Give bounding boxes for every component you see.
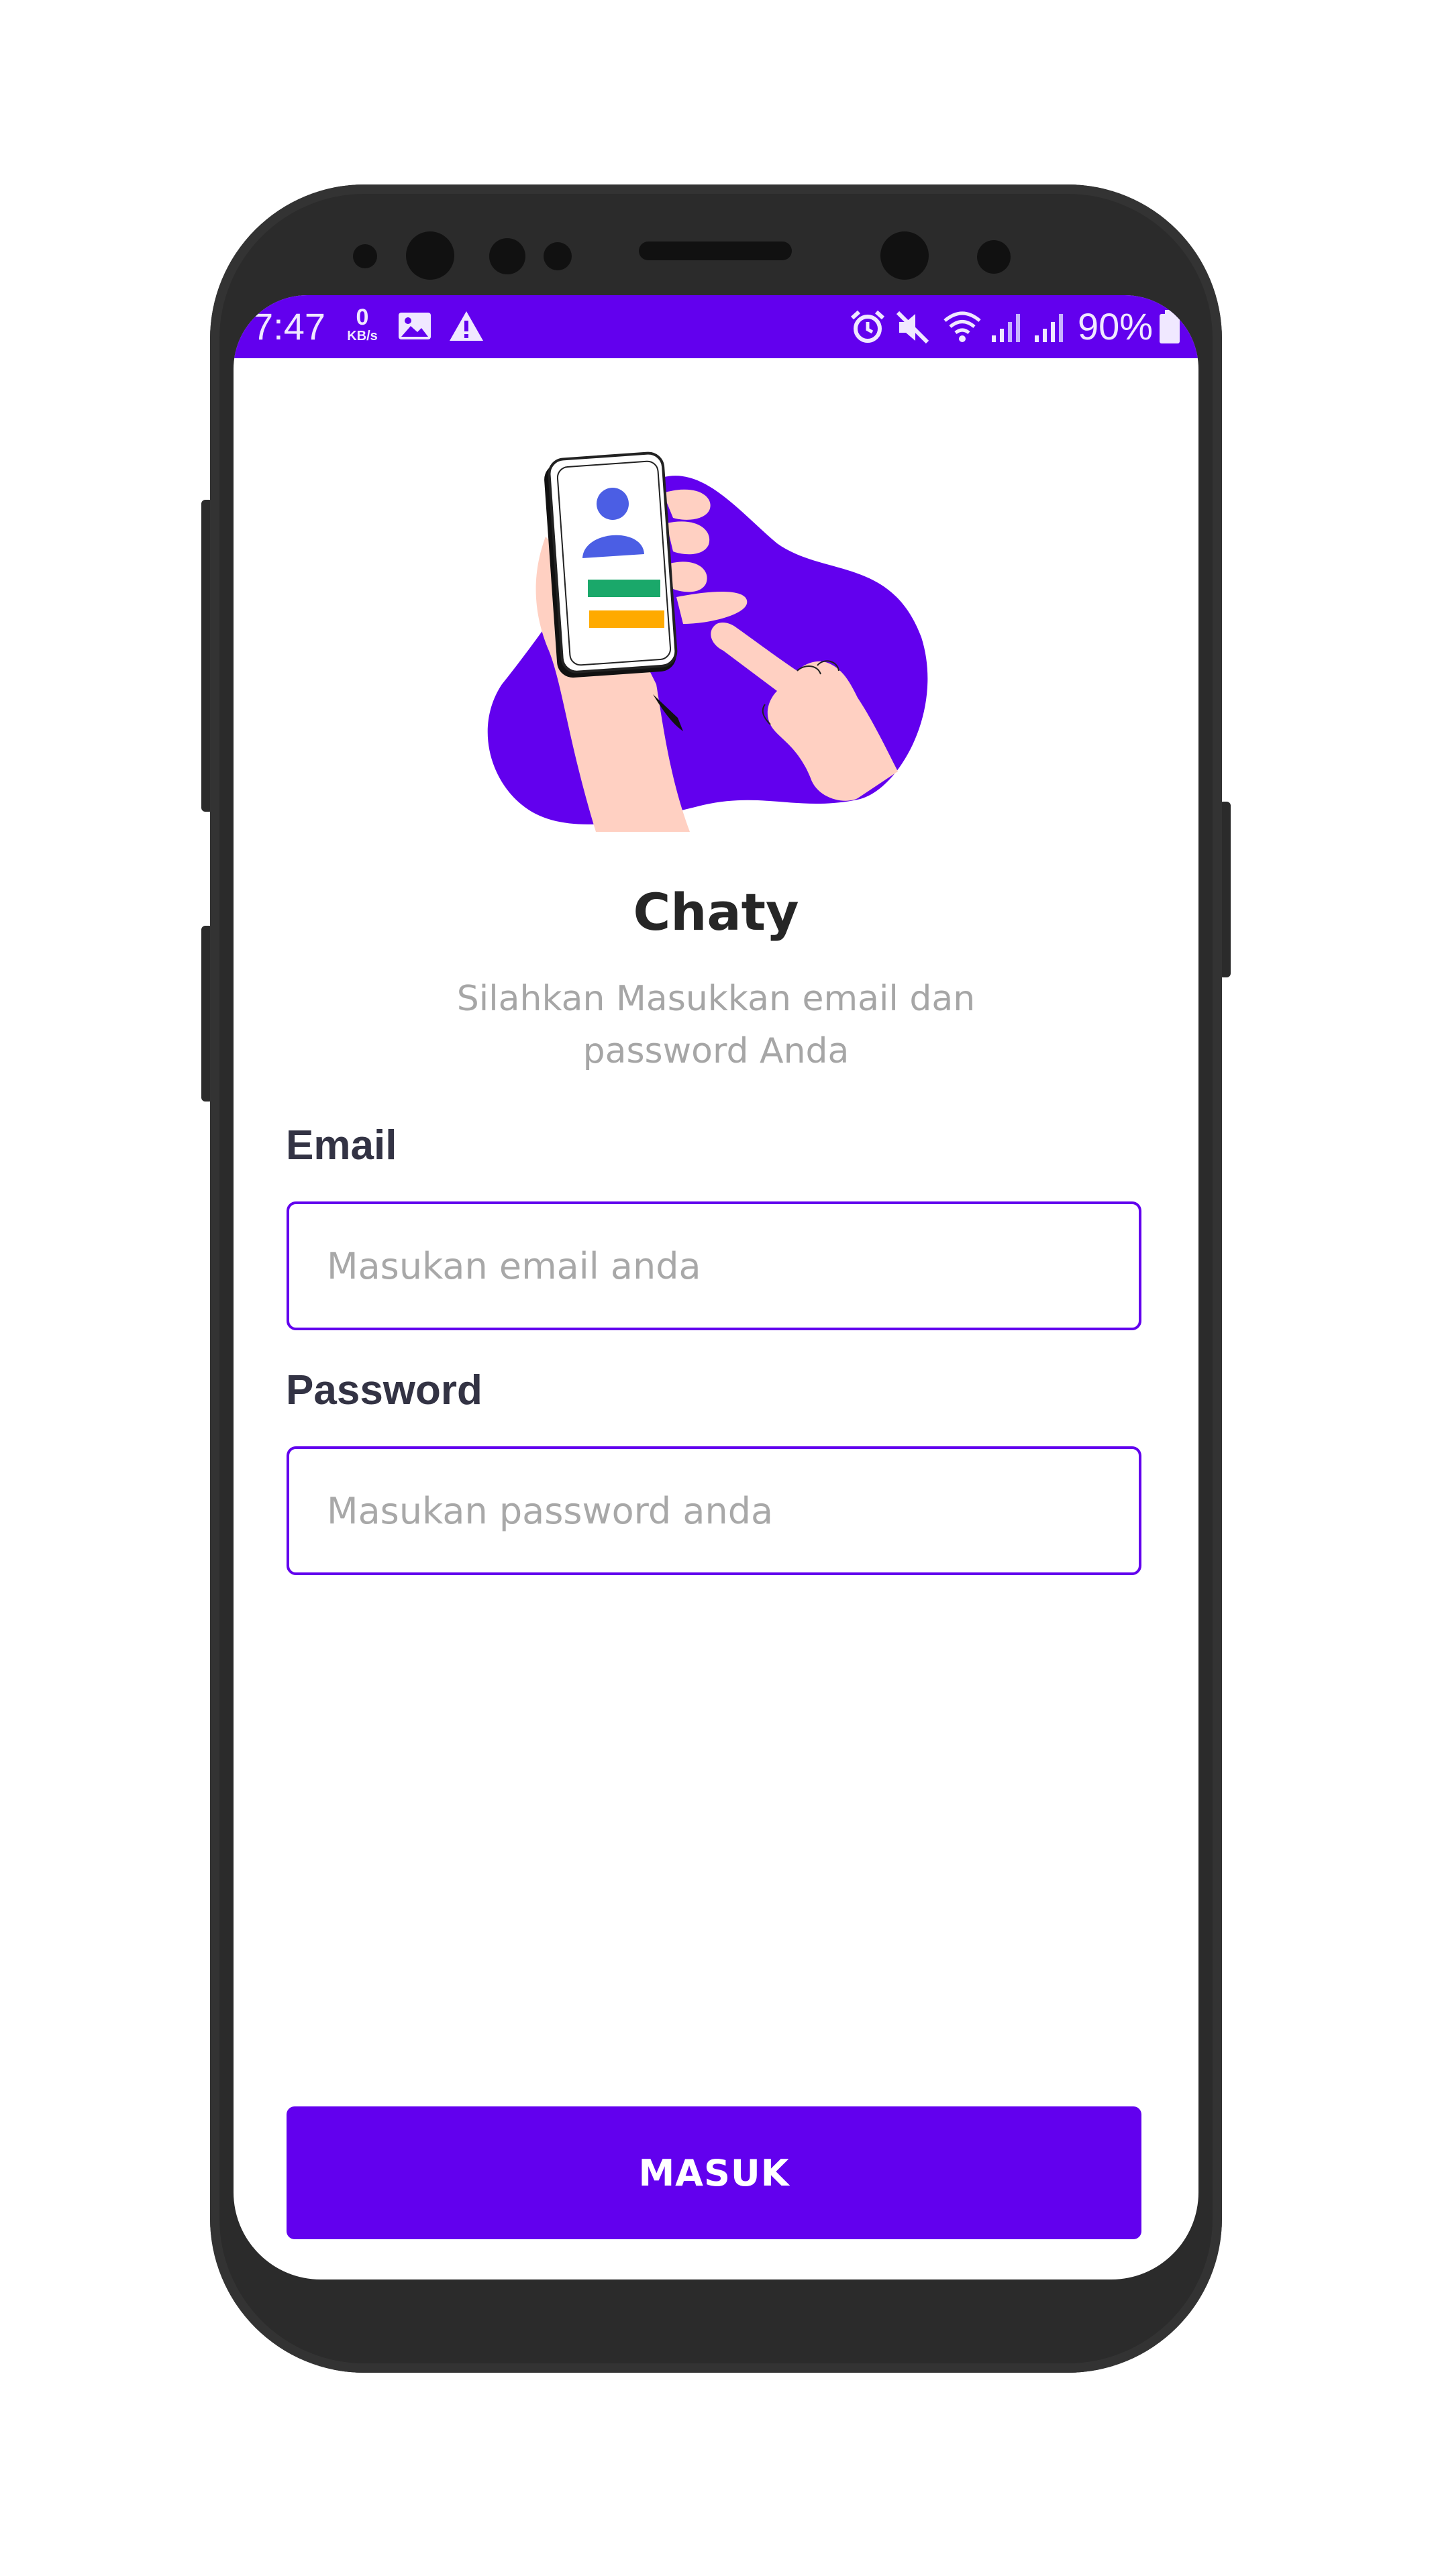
sensor-dot bbox=[977, 240, 1011, 274]
screen: 7:47 0 KB/s 90% Chaty Silahkan Masukkan … bbox=[234, 295, 1198, 2279]
orange-bar bbox=[589, 610, 664, 628]
device-mockup: 7:47 0 KB/s 90% Chaty Silahkan Masukkan … bbox=[0, 0, 1432, 2576]
email-input[interactable] bbox=[327, 1204, 1098, 1328]
battery-icon bbox=[1160, 310, 1180, 343]
wifi-icon bbox=[943, 311, 981, 342]
front-camera bbox=[406, 231, 454, 280]
status-time: 7:47 bbox=[252, 305, 325, 347]
password-field[interactable] bbox=[287, 1446, 1141, 1575]
email-field[interactable] bbox=[287, 1201, 1141, 1330]
signal-icon bbox=[1035, 314, 1063, 342]
alarm-icon bbox=[850, 310, 885, 343]
data-speed: 0 KB/s bbox=[342, 306, 382, 343]
sensor-dot bbox=[544, 242, 572, 270]
mute-icon bbox=[896, 311, 929, 344]
data-speed-value: 0 bbox=[356, 305, 369, 330]
login-button[interactable]: MASUK bbox=[287, 2106, 1141, 2239]
sensor-dot bbox=[353, 244, 377, 268]
iris-camera bbox=[880, 231, 929, 280]
avatar-head bbox=[597, 488, 629, 520]
image-icon bbox=[399, 313, 431, 339]
sensor-dot bbox=[489, 238, 525, 274]
signal-icon bbox=[992, 314, 1020, 342]
data-speed-unit: KB/s bbox=[347, 329, 378, 343]
battery-percent: 90% bbox=[1078, 305, 1154, 347]
password-label: Password bbox=[286, 1367, 482, 1413]
password-input[interactable] bbox=[327, 1449, 1098, 1572]
status-bar: 7:47 0 KB/s 90% bbox=[234, 295, 1198, 358]
warning-icon bbox=[450, 311, 483, 341]
login-illustration bbox=[487, 451, 928, 832]
email-label: Email bbox=[286, 1122, 397, 1169]
app-subtitle: Silahkan Masukkan email dan password And… bbox=[456, 979, 976, 1071]
earpiece-speaker bbox=[639, 241, 792, 260]
app-title: Chaty bbox=[633, 882, 799, 942]
green-bar bbox=[588, 580, 660, 597]
